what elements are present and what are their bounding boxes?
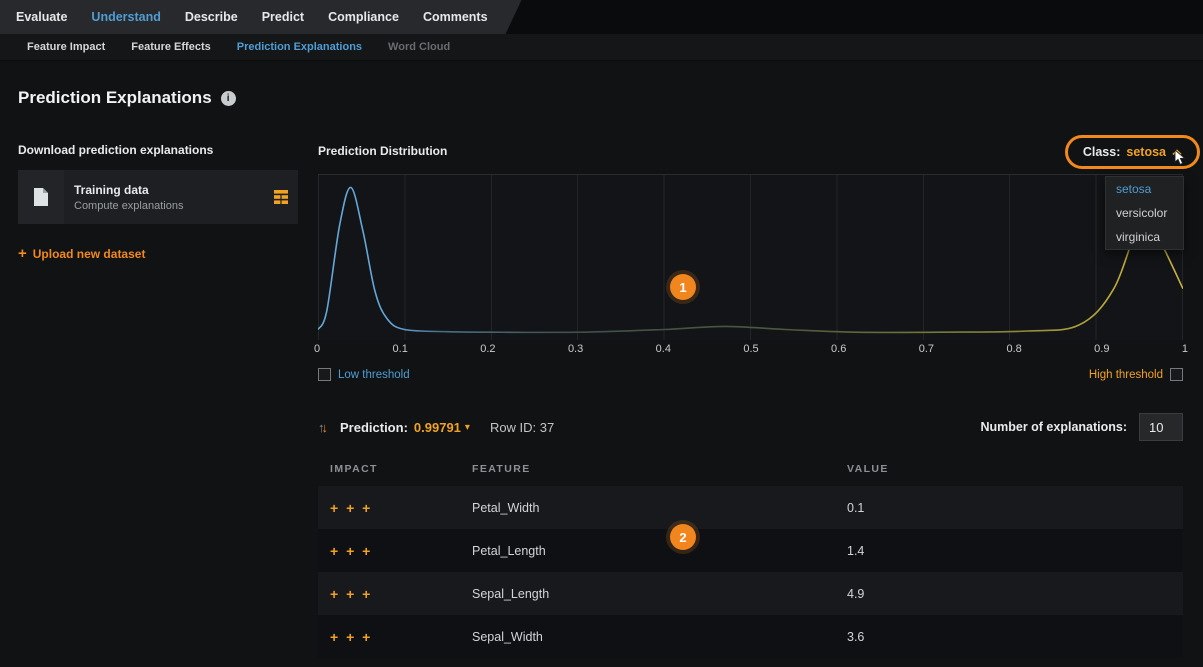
subtab-word-cloud: Word Cloud — [388, 41, 450, 53]
prediction-label: Prediction: — [340, 420, 408, 435]
x-tick: 0.5 — [743, 343, 758, 355]
feature-name: Sepal_Width — [472, 630, 847, 644]
prediction-explanations-page: Evaluate Understand Describe Predict Com… — [0, 0, 1203, 667]
x-tick: 0.1 — [393, 343, 408, 355]
x-tick: 0.9 — [1094, 343, 1109, 355]
distribution-curve — [318, 175, 1183, 341]
high-threshold-label: High threshold — [1089, 369, 1163, 381]
x-tick: 0.6 — [831, 343, 846, 355]
impact-plus-icons: + + + — [330, 500, 472, 516]
feature-value: 4.9 — [847, 587, 1183, 601]
feature-name: Petal_Width — [472, 501, 847, 515]
page-title: Prediction Explanations — [18, 88, 212, 108]
subtab-feature-impact[interactable]: Feature Impact — [27, 41, 105, 53]
tab-predict[interactable]: Predict — [262, 10, 304, 24]
chevron-down-icon[interactable]: ▾ — [465, 422, 470, 433]
number-of-explanations-input[interactable] — [1139, 413, 1183, 441]
class-option-setosa[interactable]: setosa — [1106, 177, 1183, 201]
upload-new-dataset-link[interactable]: + Upload new dataset — [18, 245, 145, 262]
feature-value: 1.4 — [847, 544, 1183, 558]
table-row[interactable]: + + + Petal_Length 1.4 — [318, 529, 1183, 572]
feature-value: 3.6 — [847, 630, 1183, 644]
impact-plus-icons: + + + — [330, 629, 472, 645]
high-threshold-control: High threshold — [1089, 368, 1183, 381]
info-icon[interactable]: i — [221, 91, 236, 106]
x-tick: 0 — [314, 343, 320, 355]
download-panel-heading: Download prediction explanations — [18, 143, 213, 157]
dataset-subtitle: Compute explanations — [74, 200, 274, 212]
table-row[interactable]: + + + Sepal_Width 3.6 — [318, 615, 1183, 658]
class-option-virginica[interactable]: virginica — [1106, 225, 1183, 249]
distribution-title: Prediction Distribution — [318, 144, 447, 158]
feature-name: Petal_Length — [472, 544, 847, 558]
tab-describe[interactable]: Describe — [185, 10, 238, 24]
prediction-value: 0.99791 — [414, 420, 461, 435]
x-tick: 1 — [1182, 343, 1188, 355]
dataset-grid-icon[interactable] — [274, 190, 288, 204]
training-data-card[interactable]: Training data Compute explanations — [18, 170, 298, 224]
tab-compliance[interactable]: Compliance — [328, 10, 399, 24]
low-threshold-label: Low threshold — [338, 369, 410, 381]
x-tick: 0.2 — [480, 343, 495, 355]
plus-icon: + — [18, 245, 27, 262]
row-id-label: Row ID: 37 — [490, 420, 554, 435]
tab-evaluate[interactable]: Evaluate — [16, 10, 67, 24]
impact-plus-icons: + + + — [330, 586, 472, 602]
page-title-row: Prediction Explanations i — [18, 88, 236, 108]
sub-nav-bar: Feature Impact Feature Effects Predictio… — [0, 34, 1203, 61]
header-value: VALUE — [847, 463, 1183, 475]
subtab-prediction-explanations[interactable]: Prediction Explanations — [237, 41, 362, 53]
x-tick: 0.4 — [656, 343, 671, 355]
subtab-feature-effects[interactable]: Feature Effects — [131, 41, 210, 53]
annotation-badge-2: 2 — [670, 524, 696, 550]
top-nav-bar: Evaluate Understand Describe Predict Com… — [0, 0, 1203, 34]
explanations-table: IMPACT FEATURE VALUE + + + Petal_Width 0… — [318, 452, 1183, 658]
table-row[interactable]: + + + Petal_Width 0.1 — [318, 486, 1183, 529]
x-tick: 0.7 — [919, 343, 934, 355]
feature-value: 0.1 — [847, 501, 1183, 515]
sort-down-icon[interactable]: ↓ — [322, 420, 329, 435]
table-row[interactable]: + + + Sepal_Length 4.9 — [318, 572, 1183, 615]
top-tab-strip: Evaluate Understand Describe Predict Com… — [0, 0, 522, 34]
class-selector-value: setosa — [1126, 145, 1166, 159]
file-icon — [18, 170, 64, 224]
table-body: + + + Petal_Width 0.1 + + + Petal_Length… — [318, 486, 1183, 658]
number-of-explanations-label: Number of explanations: — [980, 420, 1127, 434]
upload-link-label: Upload new dataset — [33, 247, 146, 261]
header-impact: IMPACT — [330, 463, 472, 475]
table-header-row: IMPACT FEATURE VALUE — [318, 452, 1183, 486]
x-axis-ticks: 0 0.1 0.2 0.3 0.4 0.5 0.6 0.7 0.8 0.9 1 — [314, 343, 1188, 355]
high-threshold-checkbox[interactable] — [1170, 368, 1183, 381]
feature-name: Sepal_Length — [472, 587, 847, 601]
dataset-card-text: Training data Compute explanations — [64, 183, 274, 212]
low-threshold-control: Low threshold — [318, 368, 410, 381]
annotation-badge-1: 1 — [670, 274, 696, 300]
mouse-cursor — [1174, 150, 1188, 171]
impact-plus-icons: + + + — [330, 543, 472, 559]
x-tick: 0.8 — [1006, 343, 1021, 355]
prediction-bar: ↑ ↓ Prediction: 0.99791 ▾ Row ID: 37 Num… — [318, 412, 1183, 442]
tab-understand[interactable]: Understand — [91, 10, 160, 24]
class-selector-label: Class: — [1083, 145, 1121, 159]
dataset-title: Training data — [74, 183, 274, 197]
class-option-versicolor[interactable]: versicolor — [1106, 201, 1183, 225]
x-tick: 0.3 — [568, 343, 583, 355]
class-dropdown-menu: setosa versicolor virginica — [1105, 176, 1184, 250]
header-feature: FEATURE — [472, 463, 847, 475]
tab-comments[interactable]: Comments — [423, 10, 488, 24]
low-threshold-checkbox[interactable] — [318, 368, 331, 381]
prediction-distribution-chart[interactable] — [318, 174, 1183, 340]
